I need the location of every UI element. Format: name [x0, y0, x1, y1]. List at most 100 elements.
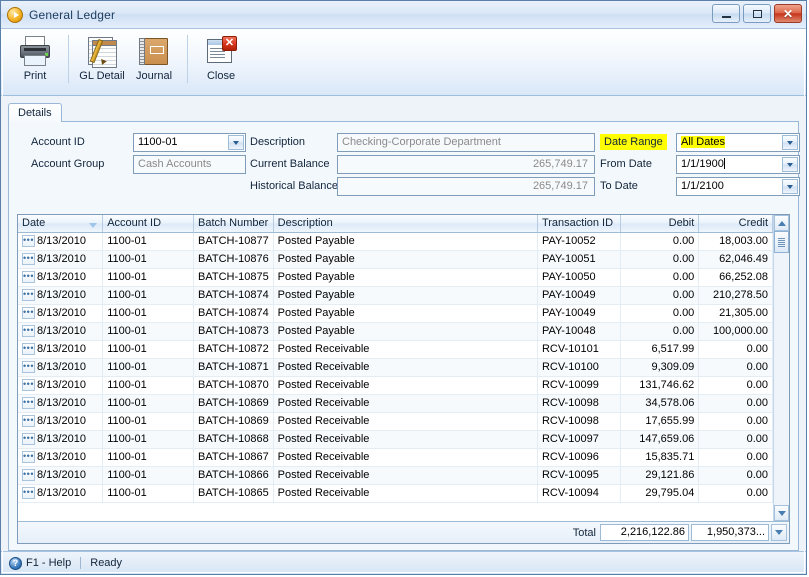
column-header-batch-number[interactable]: Batch Number [193, 215, 274, 233]
status-help-text[interactable]: F1 - Help [26, 557, 71, 569]
table-row[interactable]: ••• 8/13/2010 1100-01 BATCH-10870 Posted Rec… [18, 376, 773, 395]
column-header-date[interactable]: Date [18, 215, 104, 233]
cell-account_id: 1100-01 [102, 232, 194, 251]
table-row[interactable]: ••• 8/13/2010 1100-01 BATCH-10873 Posted Pay… [18, 322, 773, 341]
cell-debit: 131,746.62 [620, 376, 700, 395]
toolbar-label-print: Print [23, 70, 47, 82]
cell-transaction_id: RCV-10095 [537, 466, 621, 485]
close-icon: ✕ [782, 6, 794, 21]
row-detail-button[interactable]: ••• [22, 451, 35, 463]
row-detail-button[interactable]: ••• [22, 253, 35, 265]
scroll-down-button[interactable] [774, 505, 789, 521]
from-date-combobox[interactable]: 1/1/1900 [676, 155, 800, 174]
row-detail-button[interactable]: ••• [22, 415, 35, 427]
cell-credit: 66,252.08 [698, 268, 773, 287]
table-row[interactable]: ••• 8/13/2010 1100-01 BATCH-10867 Posted Rec… [18, 448, 773, 467]
table-row[interactable]: ••• 8/13/2010 1100-01 BATCH-10875 Posted Pay… [18, 268, 773, 287]
cell-batch_number: BATCH-10865 [193, 484, 274, 503]
table-row[interactable]: ••• 8/13/2010 1100-01 BATCH-10874 Posted Pay… [18, 286, 773, 305]
cell-description: Posted Receivable [273, 340, 538, 359]
table-row[interactable]: ••• 8/13/2010 1100-01 BATCH-10876 Posted Pay… [18, 250, 773, 269]
row-detail-button[interactable]: ••• [22, 307, 35, 319]
table-row[interactable]: ••• 8/13/2010 1100-01 BATCH-10872 Posted Rec… [18, 340, 773, 359]
cell-date: ••• 8/13/2010 [18, 412, 104, 431]
column-header-transaction-id[interactable]: Transaction ID [537, 215, 621, 233]
grid-viewport: Date Account ID Batch Number Description… [18, 215, 789, 521]
label-to-date: To Date [600, 180, 638, 192]
cell-description: Posted Receivable [273, 430, 538, 449]
cell-batch_number: BATCH-10866 [193, 466, 274, 485]
cell-description: Posted Receivable [273, 412, 538, 431]
table-row[interactable]: ••• 8/13/2010 1100-01 BATCH-10871 Posted Rec… [18, 358, 773, 377]
row-detail-button[interactable]: ••• [22, 379, 35, 391]
cell-debit: 0.00 [620, 304, 700, 323]
chevron-down-icon[interactable] [782, 157, 798, 172]
grid-columns: Date Account ID Batch Number Description… [18, 215, 773, 521]
table-row[interactable]: ••• 8/13/2010 1100-01 BATCH-10877 Posted Pay… [18, 232, 773, 251]
table-row[interactable]: ••• 8/13/2010 1100-01 BATCH-10869 Posted Rec… [18, 394, 773, 413]
row-detail-button[interactable]: ••• [22, 343, 35, 355]
cell-batch_number: BATCH-10873 [193, 322, 274, 341]
table-row[interactable]: ••• 8/13/2010 1100-01 BATCH-10874 Posted Pay… [18, 304, 773, 323]
row-detail-button[interactable]: ••• [22, 469, 35, 481]
close-button[interactable]: ✕ [774, 4, 802, 23]
row-detail-button[interactable]: ••• [22, 397, 35, 409]
table-row[interactable]: ••• 8/13/2010 1100-01 BATCH-10869 Posted Rec… [18, 412, 773, 431]
to-date-combobox[interactable]: 1/1/2100 [676, 177, 800, 196]
tab-details[interactable]: Details [8, 103, 62, 122]
row-date-text: 8/13/2010 [37, 235, 86, 247]
grid-vertical-scrollbar[interactable] [773, 215, 789, 521]
cell-credit: 0.00 [698, 376, 773, 395]
row-detail-button[interactable]: ••• [22, 361, 35, 373]
cell-account_id: 1100-01 [102, 484, 194, 503]
scrollbar-thumb[interactable] [774, 231, 789, 253]
table-row[interactable]: ••• 8/13/2010 1100-01 BATCH-10865 Posted Rec… [18, 484, 773, 503]
cell-transaction_id: PAY-10052 [537, 232, 621, 251]
row-detail-button[interactable]: ••• [22, 487, 35, 499]
chevron-down-icon[interactable] [782, 135, 798, 150]
cell-batch_number: BATCH-10876 [193, 250, 274, 269]
account-id-combobox[interactable]: 1100-01 [133, 133, 246, 152]
grid-total-bar: Total 2,216,122.86 1,950,373... [18, 521, 789, 543]
help-icon[interactable]: ? [9, 556, 22, 570]
scroll-up-button[interactable] [774, 215, 789, 231]
row-detail-button[interactable]: ••• [22, 325, 35, 337]
cell-debit: 0.00 [620, 268, 700, 287]
minimize-button[interactable] [712, 4, 740, 23]
row-date-text: 8/13/2010 [37, 253, 86, 265]
label-date-range: Date Range [600, 134, 667, 150]
cell-debit: 29,795.04 [620, 484, 700, 503]
date-range-combobox[interactable]: All Dates [676, 133, 800, 152]
label-account-id: Account ID [31, 136, 85, 148]
toolbar-button-gl-detail[interactable]: GL Detail [76, 33, 128, 82]
row-detail-button[interactable]: ••• [22, 235, 35, 247]
total-label: Total [572, 526, 596, 539]
column-header-account-id[interactable]: Account ID [102, 215, 194, 233]
toolbar-separator-2 [187, 35, 188, 83]
date-range-value: All Dates [681, 136, 726, 148]
cell-credit: 0.00 [698, 340, 773, 359]
column-header-credit[interactable]: Credit [698, 215, 773, 233]
label-description: Description [250, 136, 306, 148]
table-row[interactable]: ••• 8/13/2010 1100-01 BATCH-10866 Posted Rec… [18, 466, 773, 485]
scroll-down-button-total[interactable] [771, 524, 787, 541]
scrollbar-track[interactable] [774, 231, 789, 505]
row-detail-button[interactable]: ••• [22, 289, 35, 301]
row-detail-button[interactable]: ••• [22, 433, 35, 445]
row-date-text: 8/13/2010 [37, 379, 86, 391]
toolbar-button-print[interactable]: Print [9, 33, 61, 82]
cell-credit: 0.00 [698, 358, 773, 377]
toolbar-button-close[interactable]: ✕ Close [195, 33, 247, 82]
cell-account_id: 1100-01 [102, 448, 194, 467]
maximize-button[interactable] [743, 4, 771, 23]
column-header-debit[interactable]: Debit [620, 215, 700, 233]
table-row[interactable]: ••• 8/13/2010 1100-01 BATCH-10868 Posted Rec… [18, 430, 773, 449]
column-header-description[interactable]: Description [273, 215, 538, 233]
toolbar-button-journal[interactable]: Journal [128, 33, 180, 82]
cell-transaction_id: PAY-10048 [537, 322, 621, 341]
cell-description: Posted Receivable [273, 484, 538, 503]
row-detail-button[interactable]: ••• [22, 271, 35, 283]
cell-description: Posted Receivable [273, 394, 538, 413]
chevron-down-icon[interactable] [228, 135, 244, 150]
chevron-down-icon[interactable] [782, 179, 798, 194]
